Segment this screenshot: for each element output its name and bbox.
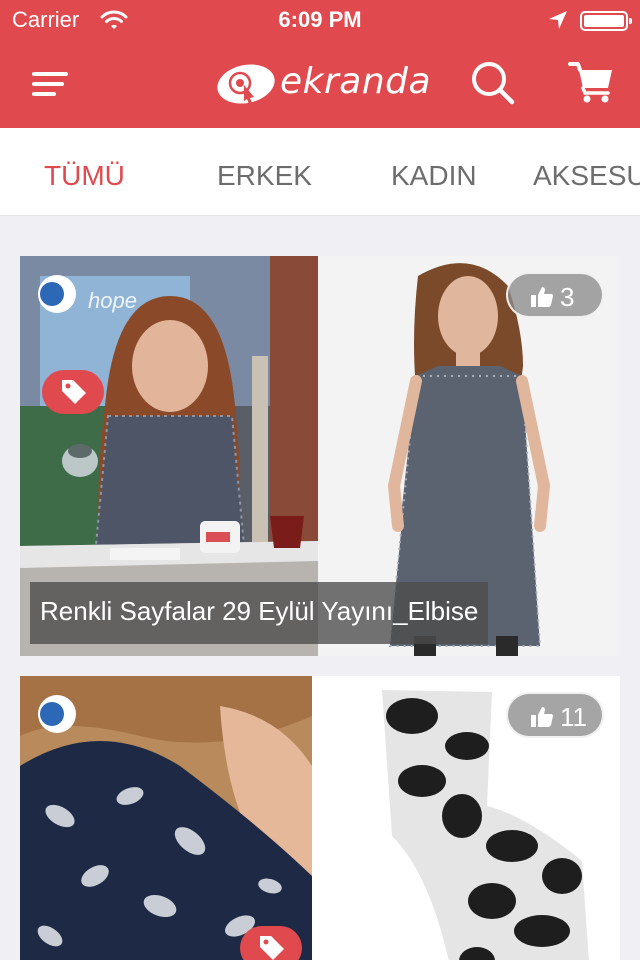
like-count: 3 — [560, 282, 575, 312]
ekranda-logo[interactable]: ekranda — [216, 60, 432, 110]
status-bar: Carrier 6:09 PM — [0, 0, 640, 40]
channel-logo-text: hope — [88, 288, 137, 313]
product-card[interactable]: hope 3 Renkli Sayfalar 29 Eylül Yayını_E… — [20, 256, 620, 656]
like-count: 11 — [560, 702, 587, 732]
battery-icon — [580, 11, 632, 31]
search-icon — [472, 62, 515, 105]
category-tabs: TÜMÜ ERKEK KADIN AKSESUAR — [0, 128, 640, 216]
thumbs-up-icon — [531, 287, 553, 307]
cart-icon — [568, 62, 612, 103]
tab-kadin[interactable]: KADIN — [391, 160, 477, 192]
app-header: Carrier 6:09 PM ekranda — [0, 0, 640, 128]
like-button[interactable]: 3 — [506, 272, 604, 318]
cart-button[interactable] — [568, 58, 616, 106]
menu-icon — [32, 72, 68, 76]
search-button[interactable] — [468, 58, 518, 108]
nav-bar: ekranda — [0, 40, 640, 128]
menu-button[interactable] — [28, 64, 76, 104]
status-time: 6:09 PM — [278, 7, 362, 32]
tag-icon — [62, 380, 86, 404]
tab-tumu[interactable]: TÜMÜ — [44, 160, 125, 192]
product-caption: Renkli Sayfalar 29 Eylül Yayını_Elbise — [30, 582, 489, 644]
location-arrow-icon — [549, 11, 567, 29]
tv-scene-image — [20, 676, 312, 960]
logo-text: ekranda — [280, 61, 432, 102]
tab-aksesuar[interactable]: AKSESUAR — [533, 160, 640, 192]
thumbs-up-icon — [531, 707, 553, 727]
price-tag-badge[interactable] — [42, 370, 104, 414]
tab-erkek[interactable]: ERKEK — [217, 160, 312, 192]
product-card[interactable]: 11 — [20, 676, 620, 960]
like-button[interactable]: 11 — [506, 692, 604, 738]
logo-mark-icon — [217, 64, 275, 104]
price-tag-badge[interactable] — [240, 926, 302, 960]
tag-icon — [260, 936, 284, 960]
